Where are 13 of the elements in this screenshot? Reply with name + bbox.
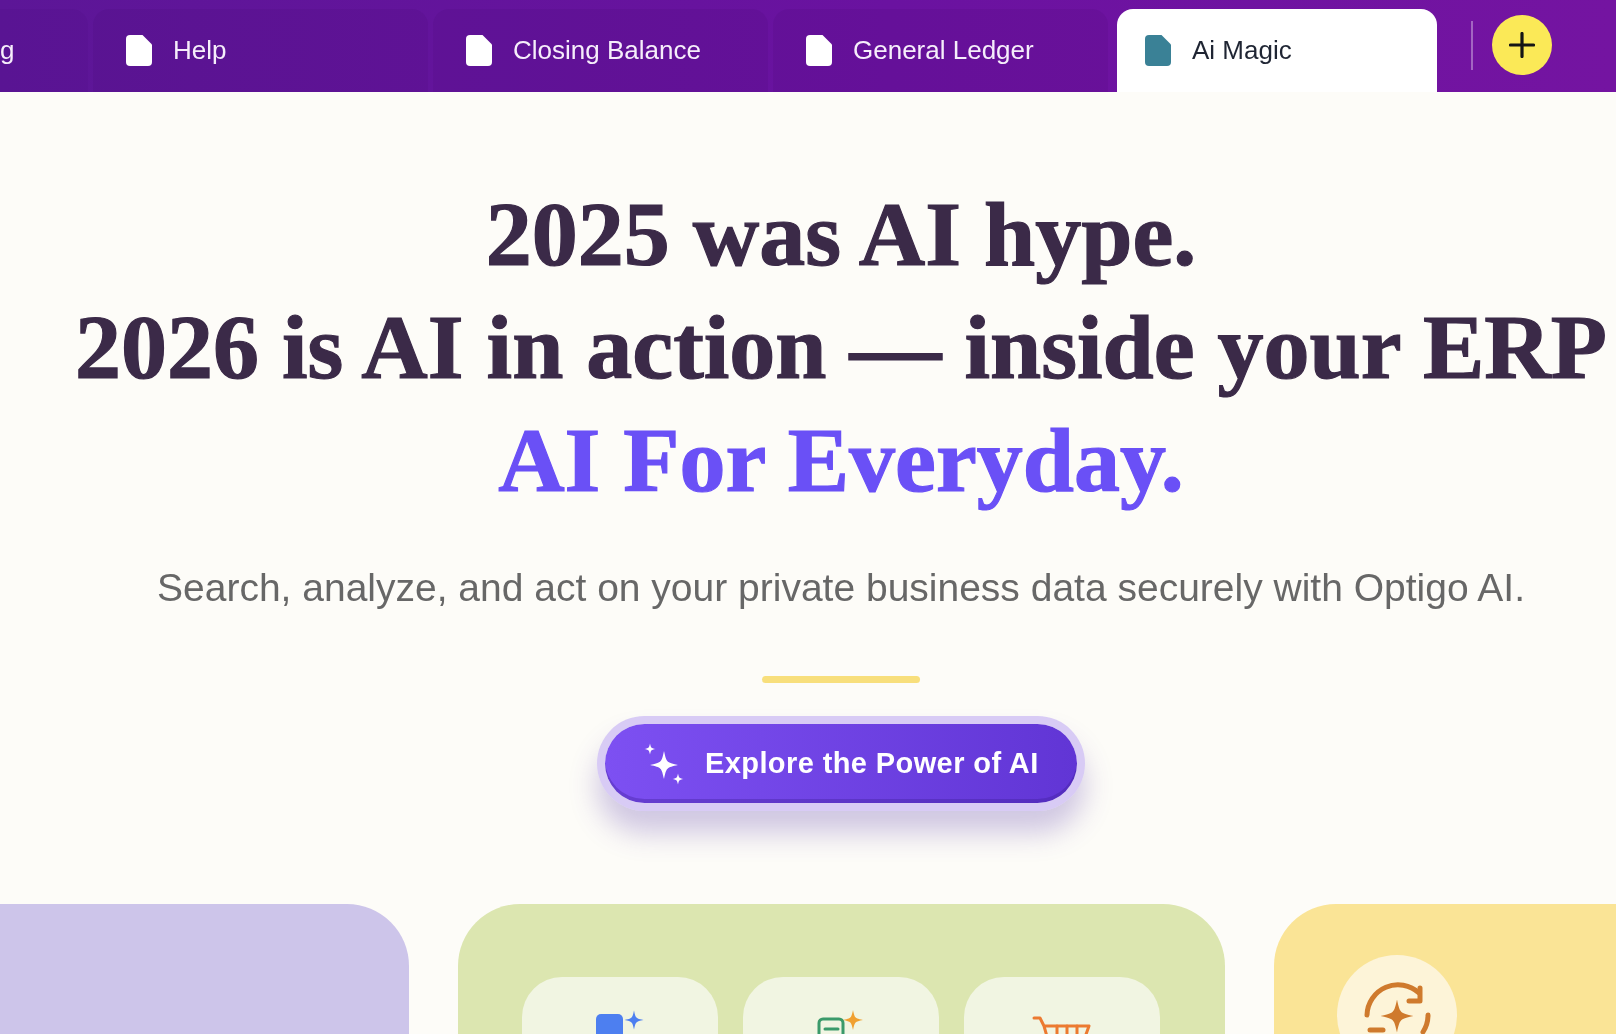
headline: 2025 was AI hype.: [485, 182, 1197, 287]
tab[interactable]: g: [0, 9, 88, 92]
new-tab-button[interactable]: [1492, 15, 1552, 75]
plus-icon: [1509, 32, 1535, 58]
tab[interactable]: Help: [93, 9, 428, 92]
headline: 2026 is AI in action — inside your ERP: [75, 295, 1607, 400]
subtitle: Search, analyze, and act on your private business data securely with Optigo AI.: [157, 565, 1525, 611]
explore-button[interactable]: Explore the Power of AI: [597, 716, 1085, 811]
tab[interactable]: Closing Balance: [433, 9, 768, 92]
refresh-sparkle-icon: [1337, 955, 1457, 1034]
headline: AI For Everyday.: [498, 408, 1184, 513]
tab[interactable]: Ai Magic: [1117, 9, 1437, 92]
tab[interactable]: General Ledger: [773, 9, 1108, 92]
